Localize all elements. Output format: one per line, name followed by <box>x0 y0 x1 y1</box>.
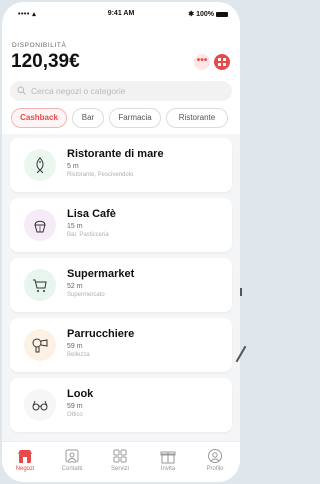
shop-name: Lisa Cafè <box>67 208 116 220</box>
tab-label: Invita <box>160 466 176 472</box>
shop-category: Ottico <box>67 412 83 418</box>
tab-contatti[interactable]: Contatti <box>52 448 92 472</box>
shop-card[interactable]: Look 59 m Ottico <box>10 378 232 432</box>
phone-screen: •••• ▴ 9:41 AM ✱ 100% DISPONIBILITÀ 120,… <box>2 2 240 482</box>
chip-cashback[interactable]: Cashback <box>11 108 67 128</box>
shop-card[interactable]: Ristorante di mare 5 m Ristorante, Pesci… <box>10 138 232 192</box>
shop-name: Supermarket <box>67 268 135 280</box>
shop-category: Ristorante, Pescivendolo <box>67 172 134 178</box>
scroll-indicator <box>235 0 247 484</box>
cart-icon <box>33 279 47 292</box>
services-icon <box>113 449 127 463</box>
shop-distance: 15 m <box>67 223 83 230</box>
contacts-icon <box>65 449 79 463</box>
shop-category: Bar, Pasticceria <box>67 232 109 238</box>
more-button[interactable]: ••• <box>194 54 210 70</box>
shop-distance: 52 m <box>67 283 83 290</box>
shop-avatar <box>24 149 56 181</box>
search-icon <box>17 86 26 95</box>
store-icon <box>18 450 32 463</box>
shop-distance: 59 m <box>67 343 83 350</box>
chip-farmacia[interactable]: Farmacia <box>109 108 161 128</box>
shop-distance: 5 m <box>67 163 79 170</box>
battery-icon <box>216 11 228 17</box>
shop-category: Supermercato <box>67 292 105 298</box>
search-bar[interactable]: Cerca negozi o categorie <box>10 81 232 101</box>
search-input[interactable]: Cerca negozi o categorie <box>31 86 126 96</box>
tab-invita[interactable]: Invita <box>148 448 188 472</box>
status-bar: •••• ▴ 9:41 AM ✱ 100% <box>2 8 240 20</box>
shop-avatar <box>24 269 56 301</box>
gift-icon <box>160 451 176 464</box>
tab-label: Servizi <box>110 466 129 472</box>
battery-indicator: ✱ 100% <box>188 10 228 18</box>
hairdryer-icon <box>32 338 48 353</box>
shop-name: Parrucchiere <box>67 328 135 340</box>
tab-label: Negozi <box>15 466 35 472</box>
tab-bar: Negozi Contatti Servizi Invita Profilo <box>2 441 240 482</box>
profile-icon <box>208 449 222 463</box>
shop-card[interactable]: Supermarket 52 m Supermercato <box>10 258 232 312</box>
qr-button[interactable] <box>214 54 230 70</box>
shop-list: Ristorante di mare 5 m Ristorante, Pesci… <box>2 134 240 442</box>
balance-label: DISPONIBILITÀ <box>12 42 67 49</box>
shop-name: Ristorante di mare <box>67 148 164 160</box>
shop-distance: 59 m <box>67 403 83 410</box>
fish-icon <box>36 157 44 173</box>
tab-label: Profilo <box>206 466 224 472</box>
balance-amount: 120,39€ <box>11 51 80 72</box>
tab-profilo[interactable]: Profilo <box>195 448 235 472</box>
shop-avatar <box>24 209 56 241</box>
chip-ristorante[interactable]: Ristorante <box>166 108 228 128</box>
shop-card[interactable]: Lisa Cafè 15 m Bar, Pasticceria <box>10 198 232 252</box>
shop-name: Look <box>67 388 94 400</box>
chip-bar[interactable]: Bar <box>72 108 104 128</box>
shop-card[interactable]: Parrucchiere 59 m Bellezza <box>10 318 232 372</box>
shop-category: Bellezza <box>67 352 90 358</box>
shop-avatar <box>24 329 56 361</box>
tab-label: Contatti <box>61 466 83 472</box>
cupcake-icon <box>34 220 46 233</box>
tab-servizi[interactable]: Servizi <box>100 448 140 472</box>
shop-avatar <box>24 389 56 421</box>
qr-icon <box>218 58 226 66</box>
tab-negozi[interactable]: Negozi <box>5 448 45 472</box>
glasses-icon <box>32 400 48 411</box>
